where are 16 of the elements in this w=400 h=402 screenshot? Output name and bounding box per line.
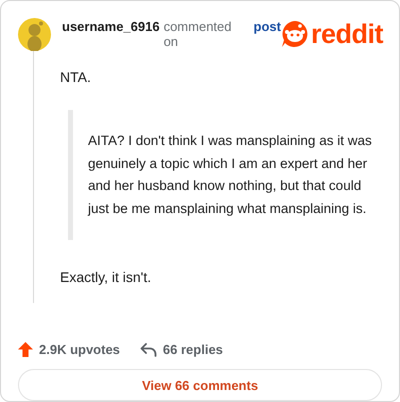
action-text: commented on	[164, 19, 232, 49]
reply-arrow-icon	[140, 342, 157, 356]
post-link[interactable]: post	[254, 19, 281, 34]
reply-count: 66 replies	[162, 342, 223, 357]
username: username_6916	[62, 19, 160, 34]
comment-text: Exactly, it isn't.	[60, 268, 152, 287]
upvote-arrow-icon	[18, 342, 33, 357]
avatar-icon	[18, 18, 51, 50]
reply-button[interactable]: 66 replies	[140, 342, 223, 357]
brand-logo-text: reddit	[310, 20, 383, 48]
view-comments-button[interactable]: View 66 comments	[18, 369, 382, 401]
upvote-button[interactable]: 2.9K upvotes	[18, 342, 120, 357]
upvote-count: 2.9K upvotes	[39, 342, 120, 357]
quote-text: AITA? I don't think I was mansplaining as it was genuinely a topic which I am an expert and her and her husband know nothing, but that could just be me mansplaining what mansplaining is.	[88, 132, 373, 218]
comment-text: NTA.	[60, 68, 92, 87]
robot-logo-icon	[280, 20, 309, 48]
